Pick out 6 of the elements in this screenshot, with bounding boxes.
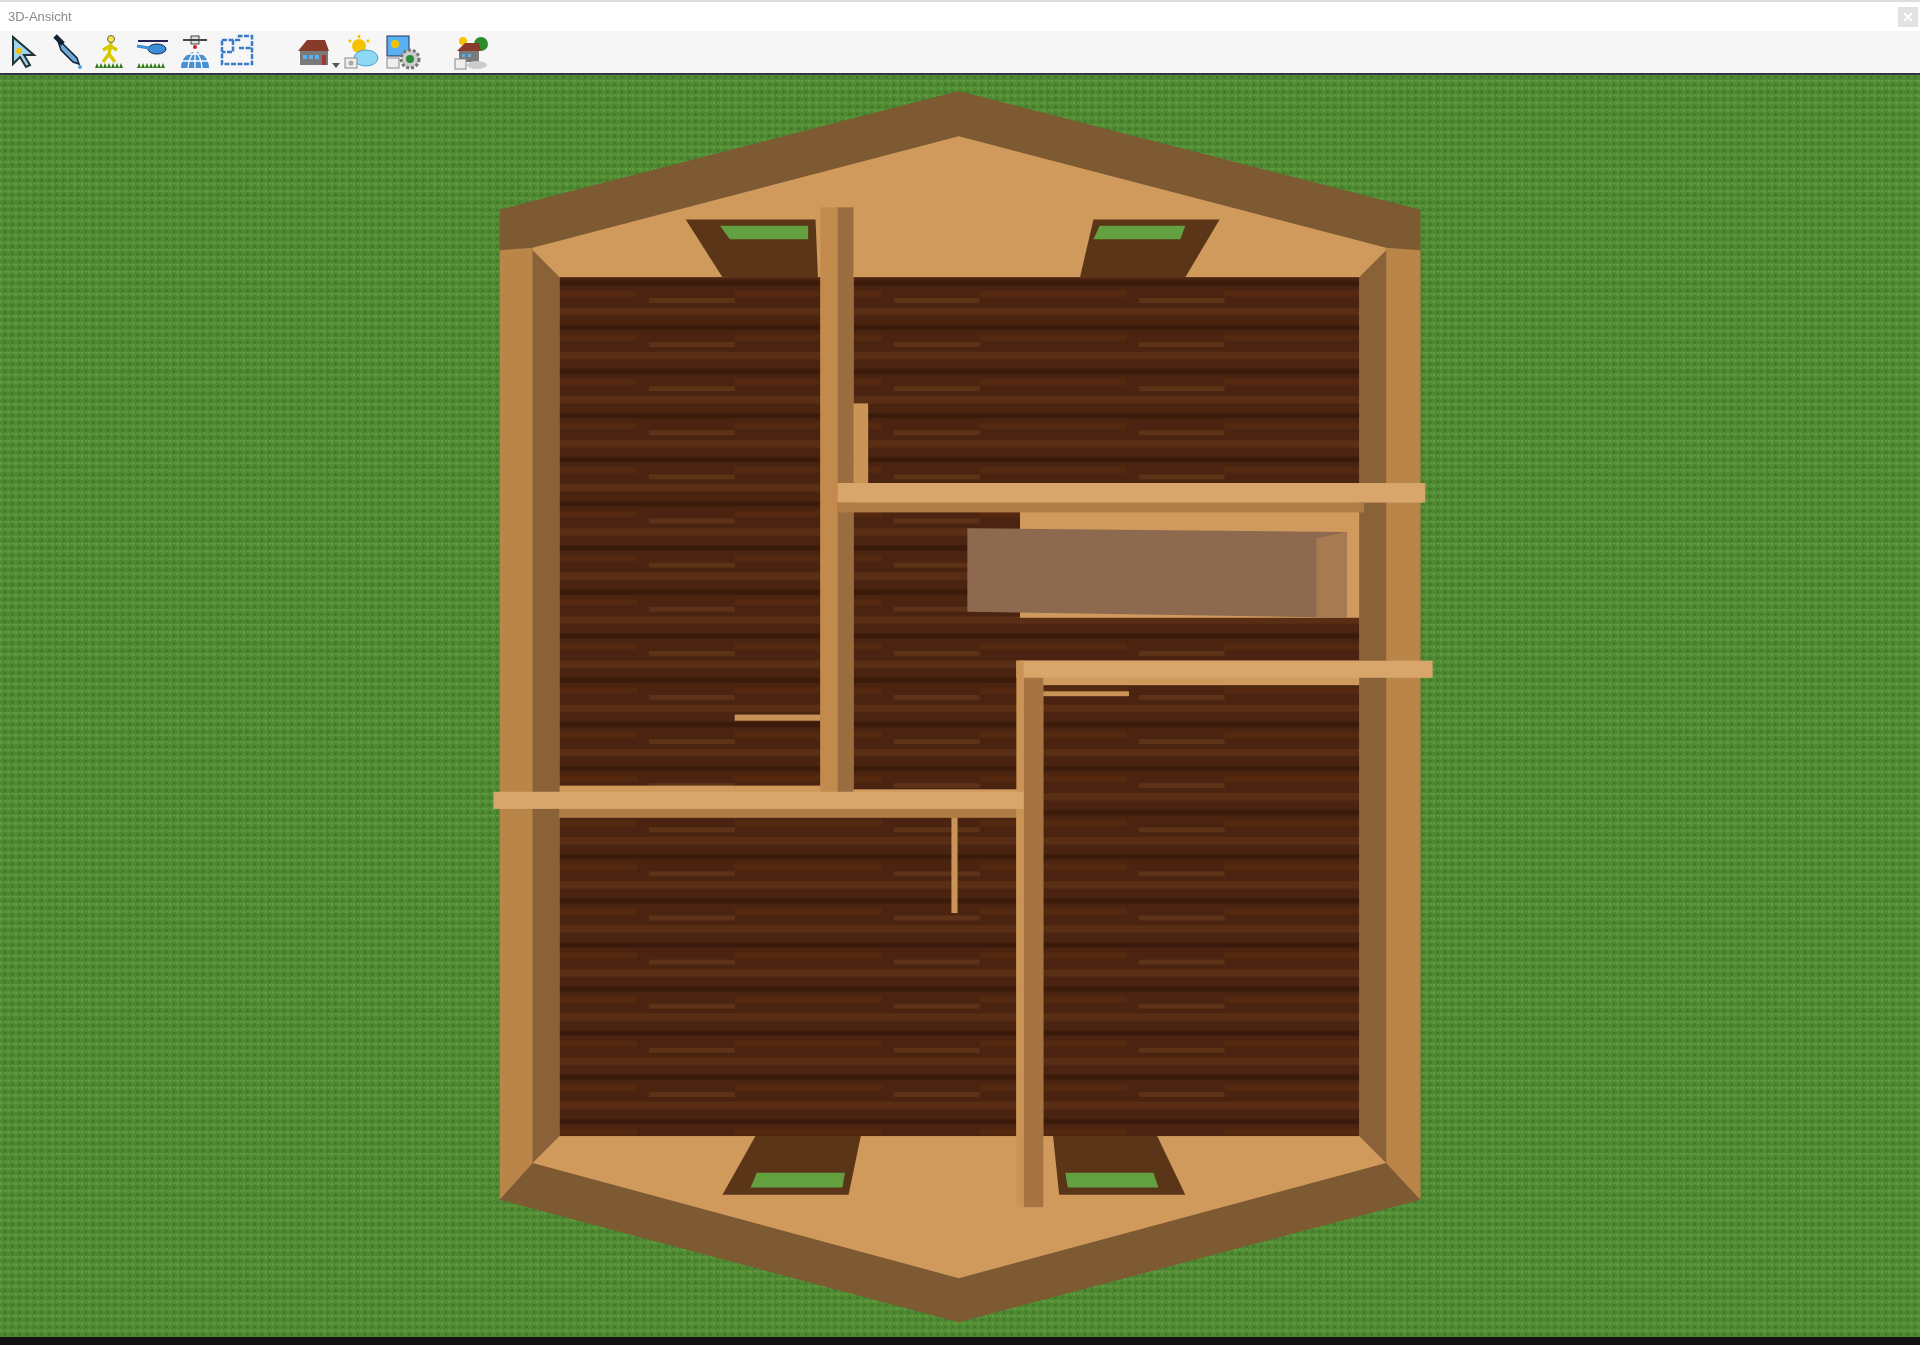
house-tree-camera-icon [453, 34, 489, 70]
caret-icon[interactable] [332, 63, 340, 69]
window-title: 3D-Ansicht [8, 9, 72, 24]
sun-clouds-camera-icon [343, 34, 379, 70]
picture-gear-icon [385, 34, 421, 70]
close-icon [1903, 11, 1913, 22]
